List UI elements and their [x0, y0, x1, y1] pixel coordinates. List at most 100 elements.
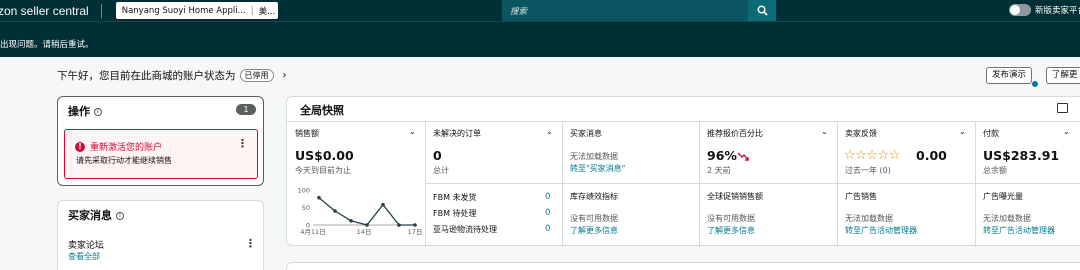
store-name: Nanyang Suoyi Home Appli... — [121, 5, 246, 16]
fbm-pending-label[interactable]: FBM 待处理 — [433, 208, 477, 219]
status-badge: 已停用 — [239, 69, 274, 82]
grid-divider — [287, 121, 1080, 122]
seller-forum-label: 卖家论坛 — [68, 241, 105, 251]
next-section-card — [286, 262, 1080, 270]
orders-value: 0 — [433, 148, 442, 163]
sales-data-point — [333, 209, 337, 213]
actions-title: 操作 i — [68, 103, 102, 119]
alert-title-text: 重新激活您的账户 — [90, 143, 163, 153]
buyer-msgs-title: 买家消息 — [570, 129, 602, 138]
sales-data-point — [397, 223, 401, 227]
learn-more-button[interactable]: 了解更 — [1046, 67, 1080, 84]
sales-title: 销售额 — [295, 129, 319, 138]
global-snapshot-card: 全局快照 销售额 ⌄ US$0.00 今天到目前为止 100 50 0 4月11日 14… — [286, 96, 1080, 247]
ad-sales-sub: 无法加载数据 — [845, 214, 893, 223]
featured-offer-sub: 2 天前 — [707, 166, 731, 175]
grid-divider — [425, 183, 1080, 184]
fbm-pending-value[interactable]: 0 — [545, 208, 550, 218]
more-options-icon[interactable]: ⋮ — [237, 137, 248, 150]
sales-data-point — [381, 202, 385, 207]
error-banner-text: 出现问题。请稍后重试。 — [0, 40, 94, 50]
toggle-label: 新版卖家平台 — [1035, 6, 1080, 16]
alert-title: ! 重新激活您的账户 — [75, 140, 162, 153]
grid-divider — [837, 121, 838, 247]
x-tick-label: 14日 — [357, 228, 372, 236]
new-seller-platform-toggle[interactable] — [1009, 4, 1031, 16]
search-input[interactable]: 搜索 — [502, 0, 748, 21]
top-navigation-bar: zon seller central Nanyang Suoyi Home Ap… — [0, 0, 1080, 21]
fbm-unshipped-value[interactable]: 0 — [545, 192, 550, 202]
x-tick-label: 17日 — [408, 228, 423, 236]
search-button[interactable] — [748, 0, 776, 21]
buyer-msgs-link[interactable]: 转至"买家消息" — [570, 163, 625, 174]
actions-title-text: 操作 — [68, 105, 90, 118]
x-tick-label: 4月11日 — [300, 228, 325, 236]
chevron-down-icon[interactable]: ⌄ — [821, 127, 828, 136]
store-separator: | — [250, 5, 254, 16]
feedback-title: 卖家反馈 — [845, 129, 877, 138]
chevron-right-icon[interactable]: › — [283, 70, 287, 81]
store-selector[interactable]: Nanyang Suoyi Home Appli... | 美... — [115, 2, 278, 19]
marketplace-name: 美... — [258, 6, 276, 17]
sales-line-chart: 1005004月11日 14日 17日 — [298, 187, 423, 237]
info-icon[interactable]: i — [116, 212, 124, 220]
grid-divider — [425, 121, 426, 247]
sales-data-point — [413, 223, 417, 227]
y-tick-label: 50 — [302, 204, 310, 212]
buyer-messages-card: 买家消息 i 卖家论坛 查看全部 ⋮ — [57, 200, 264, 270]
payments-value: US$283.91 — [983, 148, 1060, 163]
expand-icon[interactable] — [1057, 103, 1068, 113]
payments-title: 付款 — [983, 129, 999, 138]
global-promo-sub: 没有可用数据 — [707, 214, 755, 223]
ad-impressions-title: 广告曝光量 — [983, 192, 1023, 201]
buyer-messages-title: 买家消息 i — [68, 207, 124, 223]
fbm-unshipped-label[interactable]: FBM 未发货 — [433, 192, 477, 203]
alert-subtitle: 请先采取行动才能继续销售 — [76, 156, 172, 165]
seller-central-logo[interactable]: zon seller central — [0, 4, 89, 18]
notification-dot — [1032, 81, 1038, 87]
sales-value: US$0.00 — [295, 148, 354, 163]
actions-count-badge: 1 — [236, 104, 256, 115]
more-options-icon[interactable]: ⋮ — [245, 237, 256, 250]
inventory-sub: 没有可用数据 — [570, 214, 618, 223]
featured-offer-title: 推荐报价百分比 — [707, 129, 763, 138]
sales-data-point — [317, 195, 321, 200]
actions-card: 操作 i 1 ! 重新激活您的账户 请先采取行动才能继续销售 ⋮ — [57, 96, 264, 186]
trend-down-icon — [737, 152, 749, 161]
inventory-title: 库存绩效指标 — [570, 192, 618, 201]
sales-data-point — [349, 219, 353, 223]
chevron-down-icon[interactable]: ⌄ — [546, 127, 553, 136]
ad-sales-title: 广告销售 — [845, 192, 877, 201]
info-icon[interactable]: i — [94, 108, 102, 116]
search-icon — [757, 5, 768, 16]
global-promo-title: 全球促销销售额 — [707, 192, 763, 201]
sales-data-point — [365, 223, 369, 227]
ad-sales-link[interactable]: 转至广告活动管理器 — [845, 225, 917, 236]
view-all-link[interactable]: 查看全部 — [68, 251, 100, 262]
fba-pending-value[interactable]: 0 — [545, 224, 550, 234]
greeting-text: 下午好，您目前在此商城的账户状态为 — [57, 70, 236, 82]
chevron-down-icon[interactable]: ⌄ — [409, 127, 416, 136]
buyer-msgs-sub: 无法加载数据 — [570, 152, 618, 161]
sales-sub: 今天到目前为止 — [295, 166, 351, 175]
grid-divider — [562, 121, 563, 247]
chevron-down-icon[interactable]: ⌄ — [1063, 127, 1070, 136]
ad-impressions-sub: 无法加载数据 — [983, 214, 1031, 223]
grid-divider — [699, 121, 700, 247]
y-tick-label: 100 — [298, 187, 310, 195]
ad-impressions-link[interactable]: 转至广告活动管理器 — [983, 225, 1055, 236]
feedback-sub: 过去一年 (0) — [845, 166, 891, 175]
global-promo-link[interactable]: 了解更多信息 — [707, 225, 755, 236]
snapshot-title: 全局快照 — [300, 104, 344, 117]
orders-sub: 总计 — [433, 166, 449, 175]
star-rating-icon: ☆☆☆☆☆ — [844, 148, 900, 163]
fba-pending-label[interactable]: 亚马逊物流待处理 — [433, 224, 497, 235]
publish-demo-button[interactable]: 发布演示 — [986, 67, 1033, 84]
feedback-rating: 0.00 — [916, 148, 947, 163]
reactivate-account-alert[interactable]: ! 重新激活您的账户 请先采取行动才能继续销售 ⋮ — [64, 129, 258, 179]
grid-divider — [975, 121, 976, 247]
featured-offer-value: 96% — [707, 148, 737, 163]
chevron-down-icon[interactable]: ⌄ — [959, 127, 966, 136]
inventory-link[interactable]: 了解更多信息 — [570, 225, 618, 236]
error-banner: 出现问题。请稍后重试。 — [0, 21, 1080, 57]
